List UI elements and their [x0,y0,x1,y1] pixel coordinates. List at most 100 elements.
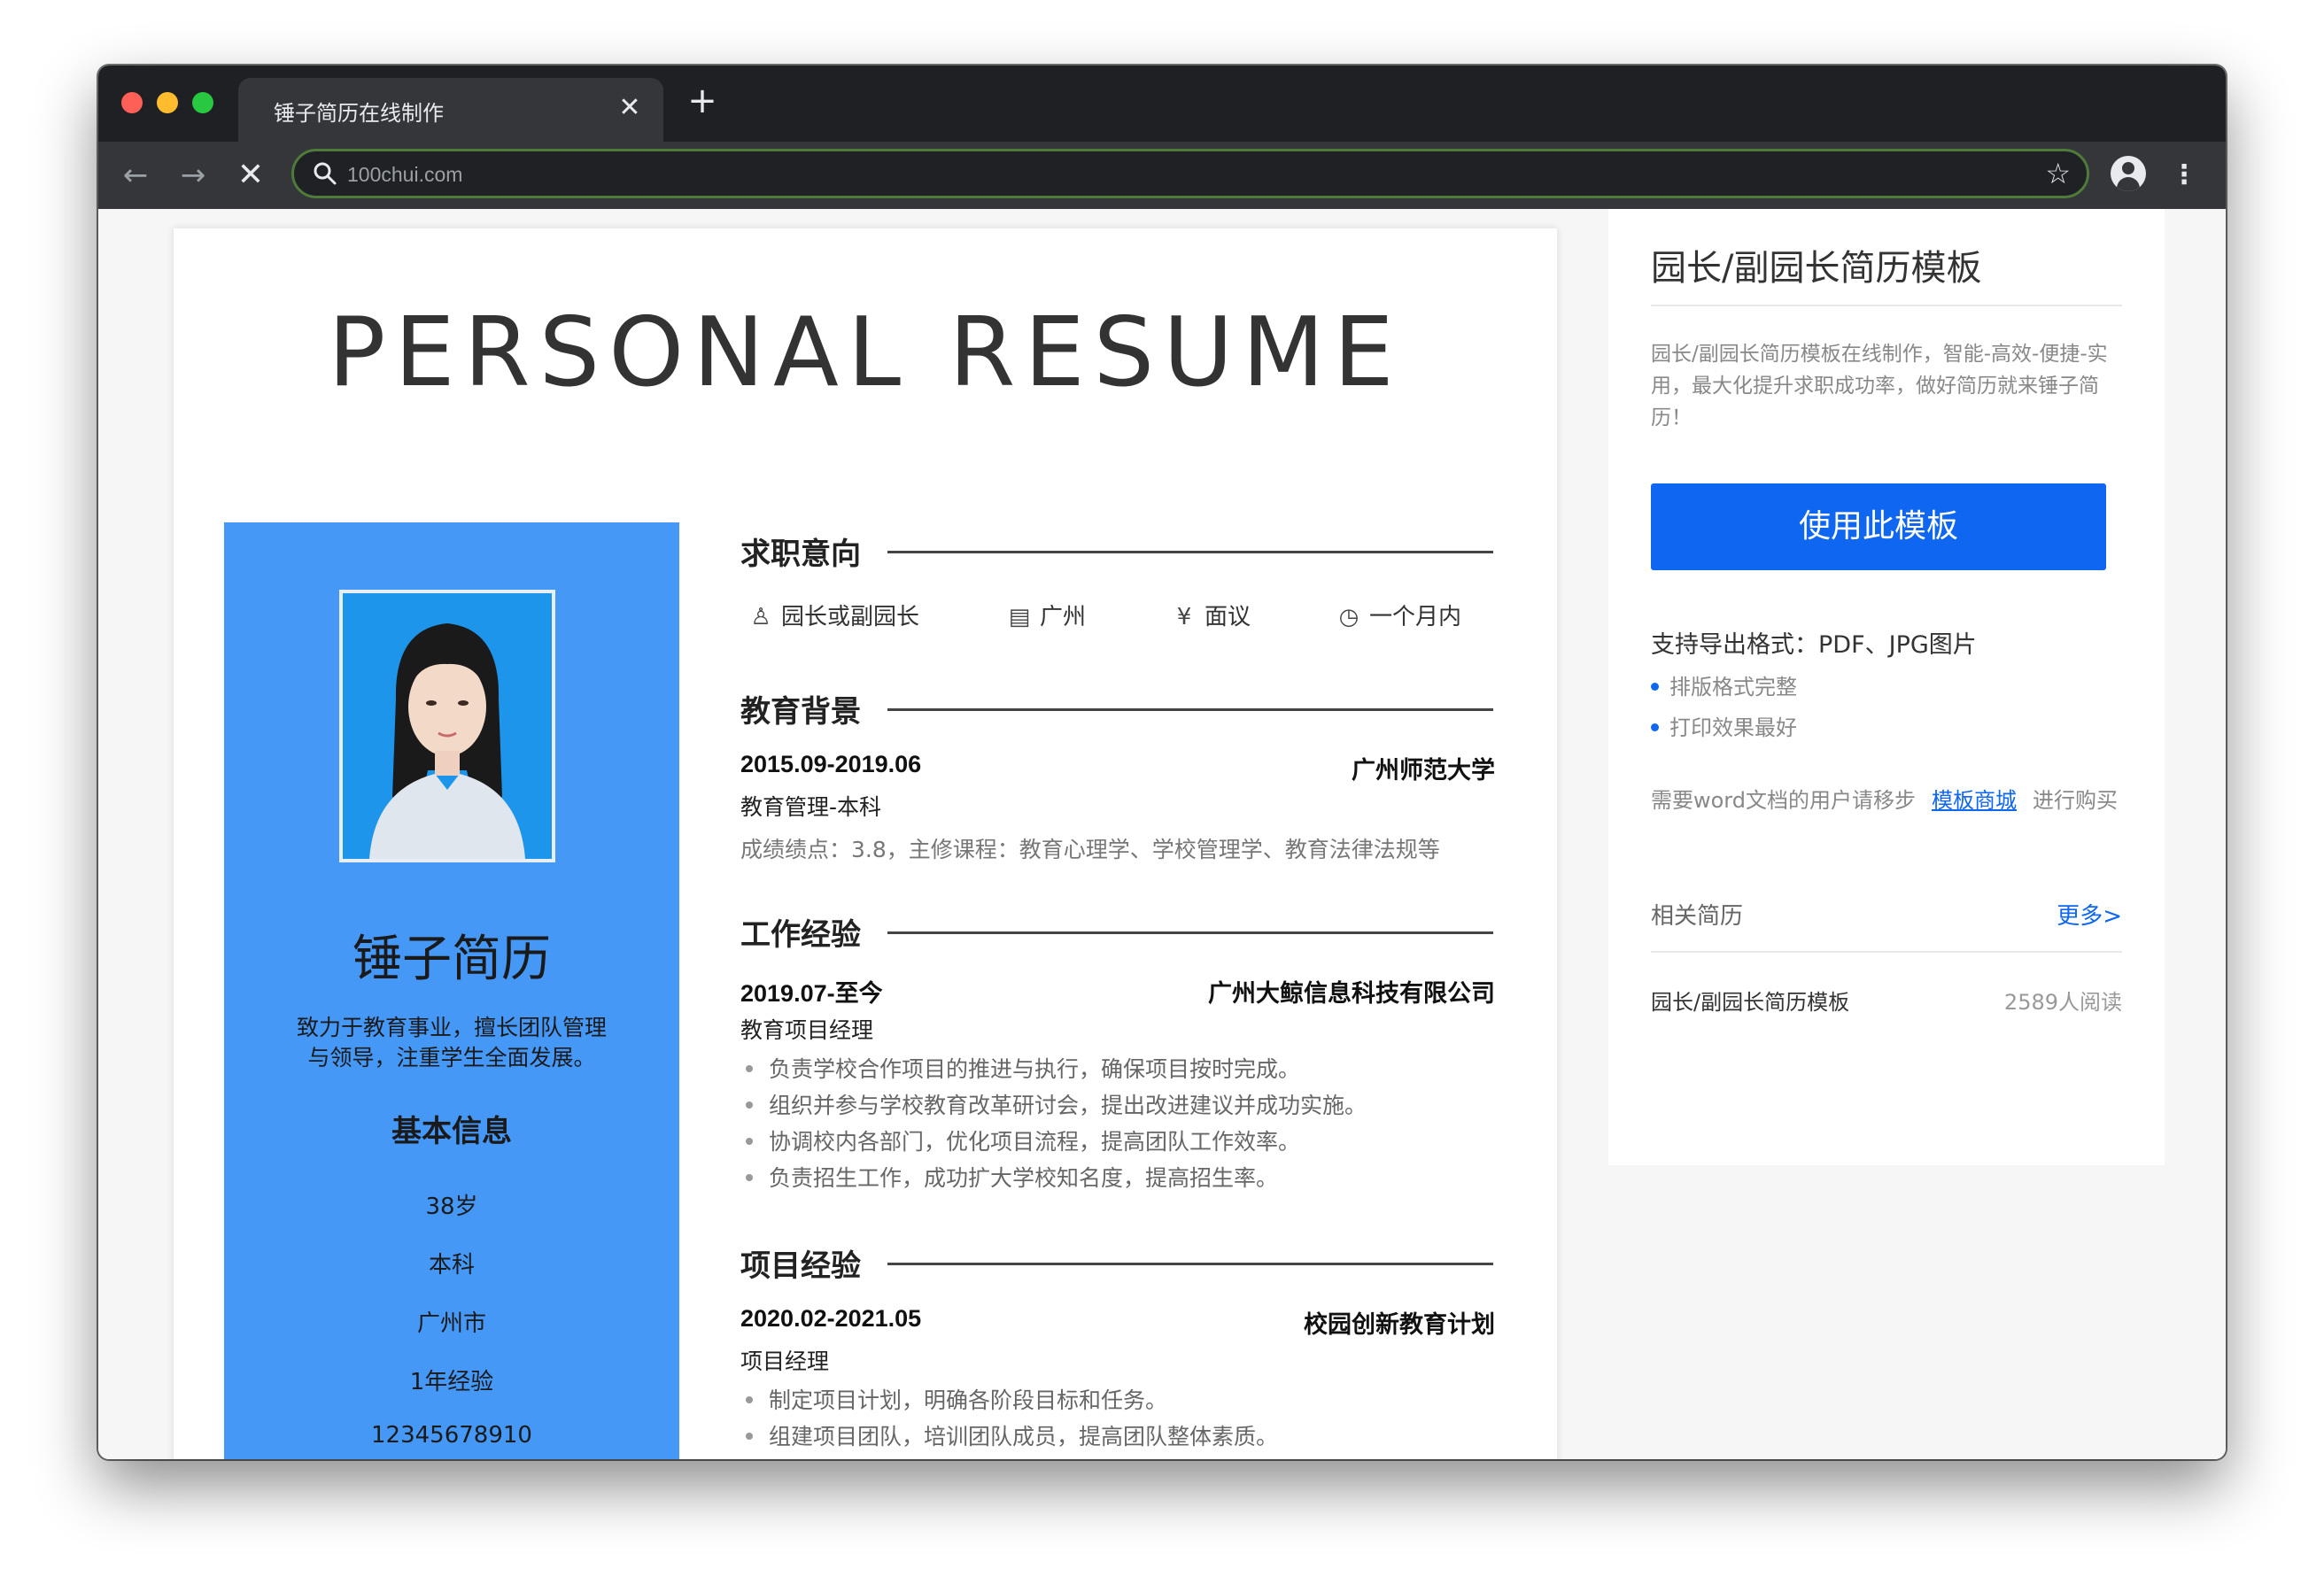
section-heading: 工作经验 [740,917,861,953]
feature-text: 打印效果最好 [1669,715,1797,740]
basic-info-age: 38岁 [425,1194,478,1220]
work-role: 教育项目经理 [740,1017,874,1043]
browser-menu-icon[interactable]: ⋮ [2171,156,2197,195]
minimize-window-button[interactable] [157,92,178,113]
tab-title: 锤子简历在线制作 [274,101,444,126]
project-bullet: 组建项目团队，培训团队成员，提高团队整体素质。 [740,1419,1278,1451]
project-bullet-text: 制定项目计划，明确各阶段目标和任务。 [769,1387,1168,1413]
feature-item: 排版格式完整 [1651,669,1797,700]
yen-icon: ¥ [1176,604,1192,630]
project-bullet-text: 组建项目团队，培训团队成员，提高团队整体素质。 [769,1424,1279,1449]
section-work: 工作经验 [740,910,1502,954]
back-button[interactable]: ← [116,156,155,195]
page-viewport: PERSONAL RESUME 锤子简历 致力于教育事业，擅长团队管理 与领导，… [98,209,2226,1459]
template-mall-link[interactable]: 模板商城 [1932,788,2017,813]
basic-info-phone: 12345678910 [371,1422,532,1449]
work-bullet: 协调校内各部门，优化项目流程，提高团队工作效率。 [740,1124,1300,1156]
feature-text: 排版格式完整 [1669,675,1797,699]
search-icon [314,162,337,185]
intent-salary: ¥ 面议 [1171,599,1251,631]
candidate-motto: 致力于教育事业，擅长团队管理 与领导，注重学生全面发展。 [277,1013,626,1073]
project-period: 2020.02-2021.05 [740,1305,922,1332]
related-resume-reads: 2589人阅读 [2003,990,2122,1015]
related-resume-link[interactable]: 园长/副园长简历模板 [1651,985,1849,1016]
word-notice-suffix: 进行购买 [2033,788,2118,813]
template-sidebar: 园长/副园长简历模板 园长/副园长简历模板在线制作，智能-高效-便捷-实用，最大… [1608,209,2165,1165]
portrait-illustration [343,593,552,859]
url-text[interactable]: 100chui.com [347,163,462,187]
intent-position-text: 园长或副园长 [781,604,920,630]
divider [1651,951,2122,953]
work-bullet-text: 协调校内各部门，优化项目流程，提高团队工作效率。 [769,1129,1301,1155]
work-bullet-text: 组织并参与学校教育改革研讨会，提出改进建议并成功实施。 [769,1093,1367,1118]
tab-close-icon[interactable]: ✕ [612,90,647,126]
more-link[interactable]: 更多> [2057,898,2122,931]
forward-button[interactable]: → [174,156,213,195]
intent-salary-text: 面议 [1205,604,1251,630]
intent-position: ♙ 园长或副园长 [748,599,919,631]
building-icon: ▤ [1008,604,1031,630]
education-major: 教育管理-本科 [740,794,882,820]
intent-city-text: 广州 [1040,604,1087,630]
browser-window: 锤子简历在线制作 ✕ + ← → ✕ 100chui.com ☆ ⋮ PERSO… [98,66,2226,1459]
clock-icon: ◷ [1338,604,1360,630]
project-name: 校园创新教育计划 [1304,1311,1495,1339]
basic-info-degree: 本科 [428,1252,475,1279]
section-heading: 项目经验 [740,1248,861,1284]
bookmark-star-icon[interactable]: ☆ [2045,157,2071,190]
education-school: 广州师范大学 [1352,757,1495,784]
bullet-dot-icon [1651,723,1659,731]
bullet-dot-icon [1651,682,1659,691]
maximize-window-button[interactable] [192,92,213,113]
word-notice-prefix: 需要word文档的用户请移步 [1651,788,1916,813]
divider [1651,305,2122,306]
section-divider [887,1263,1493,1265]
section-education: 教育背景 [740,687,1502,731]
template-description: 园长/副园长简历模板在线制作，智能-高效-便捷-实用，最大化提升求职成功率，做好… [1651,343,2108,429]
close-window-button[interactable] [121,92,143,113]
motto-line: 致力于教育事业，擅长团队管理 [296,1015,607,1040]
basic-info-heading: 基本信息 [391,1114,512,1149]
intent-city: ▤ 广州 [1006,599,1086,631]
resume-left-column: 锤子简历 致力于教育事业，擅长团队管理 与领导，注重学生全面发展。 基本信息 3… [224,522,679,1459]
work-bullet-text: 负责招生工作，成功扩大学校知名度，提高招生率。 [769,1165,1279,1191]
feature-item: 打印效果最好 [1651,710,1797,741]
work-bullet: 组织并参与学校教育改革研讨会，提出改进建议并成功实施。 [740,1088,1367,1120]
work-bullet: 负责招生工作，成功扩大学校知名度，提高招生率。 [740,1161,1278,1193]
basic-info-city: 广州市 [416,1310,486,1337]
basic-info-experience: 1年经验 [409,1369,494,1395]
profile-avatar-icon[interactable] [2111,156,2146,191]
related-resumes-label: 相关简历 [1651,903,1744,930]
tab-bar: 锤子简历在线制作 ✕ + [98,66,2226,142]
tie-icon: ♙ [750,604,771,630]
intent-availability-text: 一个月内 [1369,604,1462,630]
motto-line: 与领导，注重学生全面发展。 [307,1045,596,1070]
stop-loading-button[interactable]: ✕ [231,156,270,195]
intent-availability: ◷ 一个月内 [1336,599,1461,631]
work-period: 2019.07-至今 [740,980,883,1007]
section-heading: 教育背景 [740,694,861,730]
section-intent: 求职意向 [740,529,1502,574]
template-title: 园长/副园长简历模板 [1651,248,1982,289]
candidate-name: 锤子简历 [352,931,551,988]
section-divider [887,708,1493,711]
export-formats: 支持导出格式：PDF、JPG图片 [1651,631,1977,659]
work-company: 广州大鲸信息科技有限公司 [1208,980,1495,1008]
profile-photo [339,590,555,862]
education-period: 2015.09-2019.06 [740,751,922,777]
resume-title: PERSONAL RESUME [328,298,1403,408]
section-divider [887,931,1493,934]
section-heading: 求职意向 [740,537,861,572]
work-bullet: 负责学校合作项目的推进与执行，确保项目按时完成。 [740,1052,1300,1084]
project-bullet: 制定项目计划，明确各阶段目标和任务。 [740,1383,1167,1415]
section-project: 项目经验 [740,1241,1502,1286]
tab-active[interactable]: 锤子简历在线制作 ✕ [238,78,663,142]
address-bar[interactable]: 100chui.com ☆ [291,149,2089,198]
use-template-button[interactable]: 使用此模板 [1651,483,2106,570]
work-bullet-text: 负责学校合作项目的推进与执行，确保项目按时完成。 [769,1056,1301,1082]
education-details: 成绩绩点：3.8，主修课程：教育心理学、学校管理学、教育法律法规等 [740,837,1440,862]
new-tab-button[interactable]: + [683,83,722,119]
browser-toolbar: ← → ✕ 100chui.com ☆ ⋮ [98,142,2226,209]
project-role: 项目经理 [740,1349,830,1374]
word-notice: 需要word文档的用户请移步 模板商城 进行购买 [1651,783,2118,814]
